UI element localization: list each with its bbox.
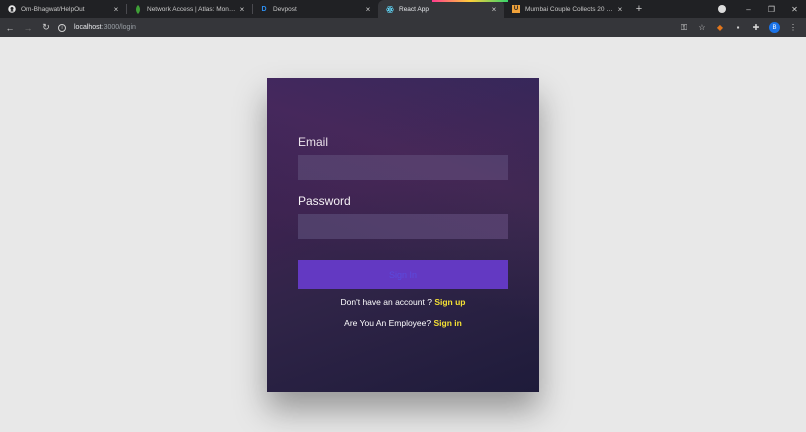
reload-icon[interactable]: ↻	[38, 20, 54, 36]
url-host: localhost	[74, 24, 102, 31]
extension-badge-icon[interactable]: ▪	[729, 23, 747, 32]
back-arrow-icon[interactable]: ←	[2, 20, 18, 36]
tab-mongodb[interactable]: Network Access | Atlas: MongoD... ×	[126, 0, 252, 18]
devpost-icon: D	[261, 5, 267, 13]
github-icon	[8, 5, 16, 13]
window-controls: – ❐ ✕	[737, 0, 806, 18]
tab-strip: Om-Bhagwat/HelpOut × Network Access | At…	[0, 0, 806, 18]
employee-signin-link[interactable]: Sign in	[434, 318, 462, 328]
email-field[interactable]	[298, 155, 508, 180]
new-tab-plus-icon[interactable]: +	[630, 0, 648, 18]
mongodb-leaf-icon	[134, 4, 142, 14]
tab-github[interactable]: Om-Bhagwat/HelpOut ×	[0, 0, 126, 18]
close-icon[interactable]: ×	[112, 5, 120, 14]
metamask-fox-icon[interactable]: ◆	[711, 23, 729, 32]
tab-title: Om-Bhagwat/HelpOut	[21, 5, 85, 13]
tab-title: Mumbai Couple Collects 20 Kg o...	[525, 5, 616, 13]
puzzle-icon[interactable]: ✚	[747, 23, 765, 32]
minimize-icon[interactable]: –	[737, 5, 760, 14]
signup-line: Don't have an account ? Sign up	[267, 297, 539, 307]
news-icon: U	[512, 5, 520, 13]
employee-prompt: Are You An Employee?	[344, 318, 432, 328]
password-field[interactable]	[298, 214, 508, 239]
kebab-menu-icon[interactable]: ⋮	[784, 23, 802, 32]
employee-line: Are You An Employee? Sign in	[267, 318, 539, 328]
url-path: :3000/login	[101, 24, 136, 31]
tab-news[interactable]: U Mumbai Couple Collects 20 Kg o... ×	[504, 0, 630, 18]
tab-title: Devpost	[273, 5, 297, 13]
sign-in-button[interactable]: Sign In	[298, 260, 508, 289]
tab-search-icon[interactable]	[718, 5, 726, 13]
avatar[interactable]: B	[769, 22, 780, 33]
tab-devpost[interactable]: D Devpost ×	[252, 0, 378, 18]
tab-title: Network Access | Atlas: MongoD...	[147, 5, 238, 13]
info-icon[interactable]: i	[58, 23, 66, 32]
restore-icon[interactable]: ❐	[760, 5, 783, 14]
tab-react-app[interactable]: React App ×	[378, 0, 504, 18]
key-icon[interactable]: ⚿	[675, 23, 693, 33]
address-bar[interactable]: i localhost:3000/login	[58, 20, 668, 35]
window-close-icon[interactable]: ✕	[783, 5, 806, 14]
close-icon[interactable]: ×	[238, 5, 246, 14]
tab-title: React App	[399, 5, 429, 13]
react-icon	[386, 5, 394, 13]
email-label: Email	[298, 135, 329, 149]
tab-accent-bar	[432, 0, 508, 2]
toolbar-icons: ⚿ ☆ ◆ ▪ ✚ B ⋮	[675, 18, 802, 37]
browser-toolbar: ← → ↻ i localhost:3000/login ⚿ ☆ ◆ ▪ ✚ B…	[0, 18, 806, 37]
password-label: Password	[298, 194, 351, 208]
signup-link[interactable]: Sign up	[434, 297, 465, 307]
login-card: Email Password Sign In Don't have an acc…	[267, 78, 539, 392]
close-icon[interactable]: ×	[616, 5, 624, 14]
signup-prompt: Don't have an account ?	[340, 297, 432, 307]
close-icon[interactable]: ×	[490, 5, 498, 14]
forward-arrow-icon[interactable]: →	[20, 20, 36, 36]
close-icon[interactable]: ×	[364, 5, 372, 14]
star-icon[interactable]: ☆	[693, 23, 711, 32]
